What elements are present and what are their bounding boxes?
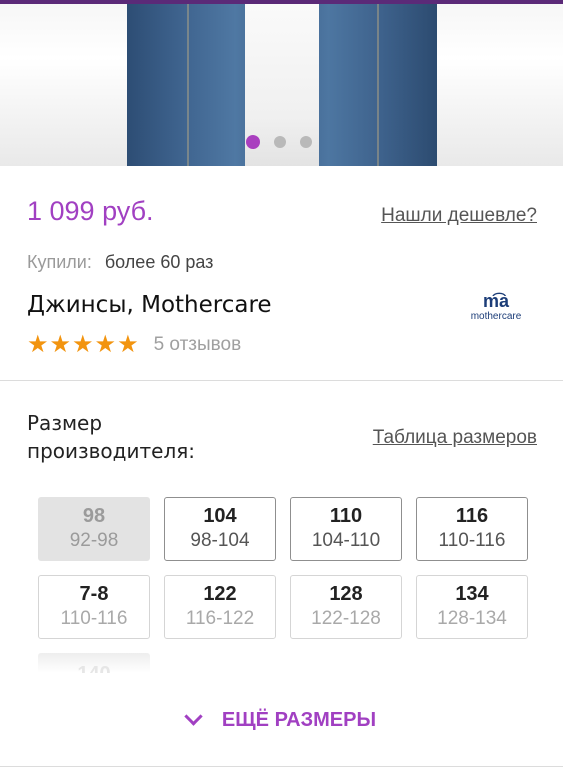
reviews-count-link[interactable]: 5 отзывов [154,334,242,356]
size-option-range: 122-128 [311,608,381,629]
size-option-size: 134 [455,583,489,605]
purchase-count-label: Купили: [27,252,92,272]
rating[interactable]: ★ ★ ★ ★ ★ 5 отзывов [27,332,241,358]
size-option-range: 92-98 [69,530,119,551]
size-option-size: 116 [455,505,489,527]
size-grid: 98 92-98 104 98-104 110 104-110 116 110-116 7-8 1… [38,497,528,673]
size-option-size: 98 [82,505,106,527]
more-sizes-button[interactable]: ЕЩЁ РАЗМЕРЫ [0,707,563,732]
purchase-count: Купили: более 60 раз [27,252,213,273]
brand-logo-text: mothercare [470,311,522,322]
gallery-dot[interactable] [300,136,312,148]
jeans-seam [377,4,379,166]
mothercare-logo-icon: m͡a [482,291,509,311]
star-icon: ★ [117,331,139,358]
product-price: 1 099 руб. [27,196,154,226]
section-divider [0,380,563,381]
size-option-size: 110 [329,505,363,527]
size-option-range: 110-116 [60,608,128,629]
brand-logo[interactable]: m͡a mothercare [466,291,526,323]
size-option-range: 116-122 [185,608,255,629]
purchase-count-value: более 60 раз [104,252,214,272]
size-table-link[interactable]: Таблица размеров [373,427,537,449]
size-label: Размер производителя: [27,411,195,463]
gallery-dot[interactable] [274,136,286,148]
star-icon: ★ [94,331,117,358]
product-image-gallery[interactable] [0,0,563,166]
star-icon: ★ [49,331,72,358]
size-option[interactable]: 7-8 110-116 [38,575,150,639]
star-icon: ★ [72,331,94,358]
size-option-range: 128-134 [437,608,507,629]
size-option-size: 122 [203,583,237,605]
size-option[interactable]: 128 122-128 [290,575,402,639]
size-option-size: 128 [329,583,363,605]
size-option-range: 104-110 [311,530,381,551]
section-divider [0,766,563,767]
size-option-size: 7-8 [79,583,109,605]
size-option[interactable]: 140 [38,653,150,673]
product-title: Джинсы, Mothercare [27,292,272,318]
more-sizes-label: ЕЩЁ РАЗМЕРЫ [221,709,377,731]
size-option-size: 140 [77,663,110,673]
gallery-dot-active[interactable] [246,135,260,149]
size-option-range: 98-104 [190,530,250,551]
found-cheaper-link[interactable]: Нашли дешевле? [381,205,537,227]
size-option[interactable]: 122 116-122 [164,575,276,639]
size-option-range: 110-116 [438,530,506,551]
gallery-pagination [246,135,312,149]
size-option[interactable]: 104 98-104 [164,497,276,561]
star-icon: ★ [27,331,49,358]
size-option: 98 92-98 [38,497,150,561]
size-option-size: 104 [203,505,237,527]
chevron-down-icon [184,707,203,726]
size-option[interactable]: 116 110-116 [416,497,528,561]
jeans-seam [187,4,189,166]
size-option[interactable]: 110 104-110 [290,497,402,561]
size-option[interactable]: 134 128-134 [416,575,528,639]
